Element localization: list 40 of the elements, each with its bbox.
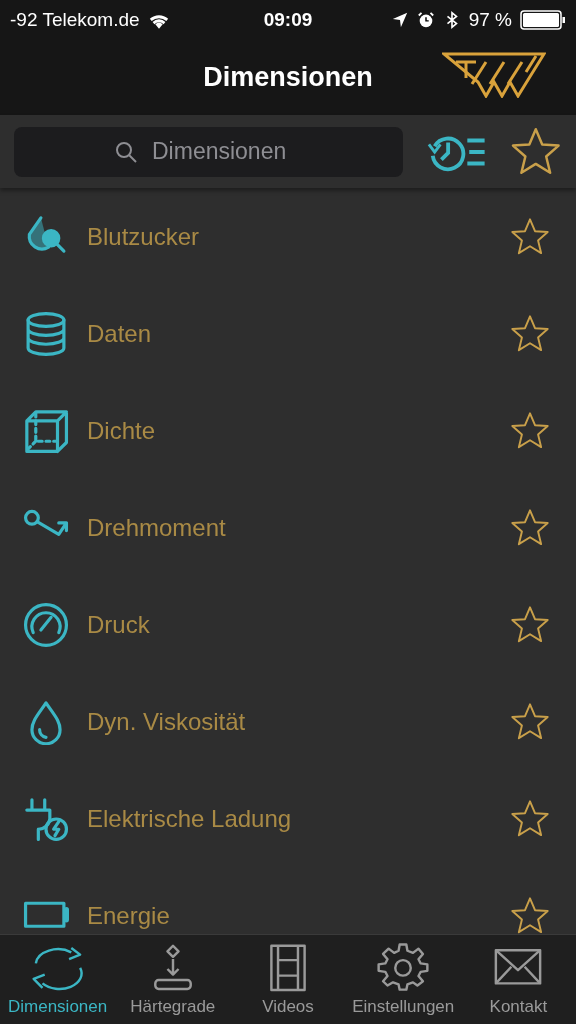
- dimension-row[interactable]: Daten: [0, 285, 576, 382]
- dimension-row[interactable]: Dichte: [0, 382, 576, 479]
- status-time: 09:09: [263, 9, 313, 31]
- gauge-icon: [23, 601, 69, 648]
- logo-icon: [442, 52, 546, 98]
- dimension-label: Druck: [87, 610, 151, 639]
- cube-icon: [23, 407, 69, 454]
- favorite-star-icon[interactable]: [510, 895, 550, 934]
- tab-item[interactable]: Härtegrade: [115, 935, 231, 1024]
- tab-item[interactable]: Dimensionen: [0, 935, 116, 1024]
- dimension-label: Energie: [87, 901, 171, 930]
- favorite-star-icon[interactable]: [510, 410, 550, 451]
- tab-item[interactable]: Einstellungen: [345, 935, 461, 1024]
- dimension-label: Dichte: [87, 416, 157, 445]
- alarm-clock-icon: [416, 11, 435, 29]
- favorite-star-icon[interactable]: [510, 701, 550, 742]
- battery-icon: [520, 10, 566, 30]
- carrier-label: -92 Telekom.de: [10, 9, 140, 31]
- dimension-label: Elektrische Ladung: [87, 804, 293, 833]
- dimension-label: Dyn. Viskosität: [87, 707, 247, 736]
- battery-percent: 97 %: [468, 9, 512, 31]
- dimension-row[interactable]: Blutzucker: [0, 188, 576, 285]
- dimension-row[interactable]: Elektrische Ladung: [0, 770, 576, 867]
- favorite-star-icon[interactable]: [510, 507, 550, 548]
- favorite-star-icon[interactable]: [510, 313, 550, 354]
- search-field[interactable]: Dimensionen: [14, 126, 403, 177]
- dimension-row[interactable]: Druck: [0, 576, 576, 673]
- dimension-row[interactable]: Dyn. Viskosität: [0, 673, 576, 770]
- favorite-star-icon[interactable]: [510, 604, 550, 645]
- dimension-row[interactable]: Energie: [0, 867, 576, 934]
- screen-title: Dimensionen: [203, 62, 373, 93]
- tab-item[interactable]: Videos: [230, 935, 346, 1024]
- favorite-star-icon[interactable]: [510, 216, 550, 257]
- dimension-label: Daten: [87, 319, 153, 348]
- dimension-label: Blutzucker: [87, 222, 201, 251]
- plug-icon: [23, 795, 69, 842]
- dimension-label: Drehmoment: [87, 513, 227, 542]
- tab-item[interactable]: Kontakt: [460, 935, 576, 1024]
- favorite-star-icon[interactable]: [510, 798, 550, 839]
- dimension-row[interactable]: Drehmoment: [0, 479, 576, 576]
